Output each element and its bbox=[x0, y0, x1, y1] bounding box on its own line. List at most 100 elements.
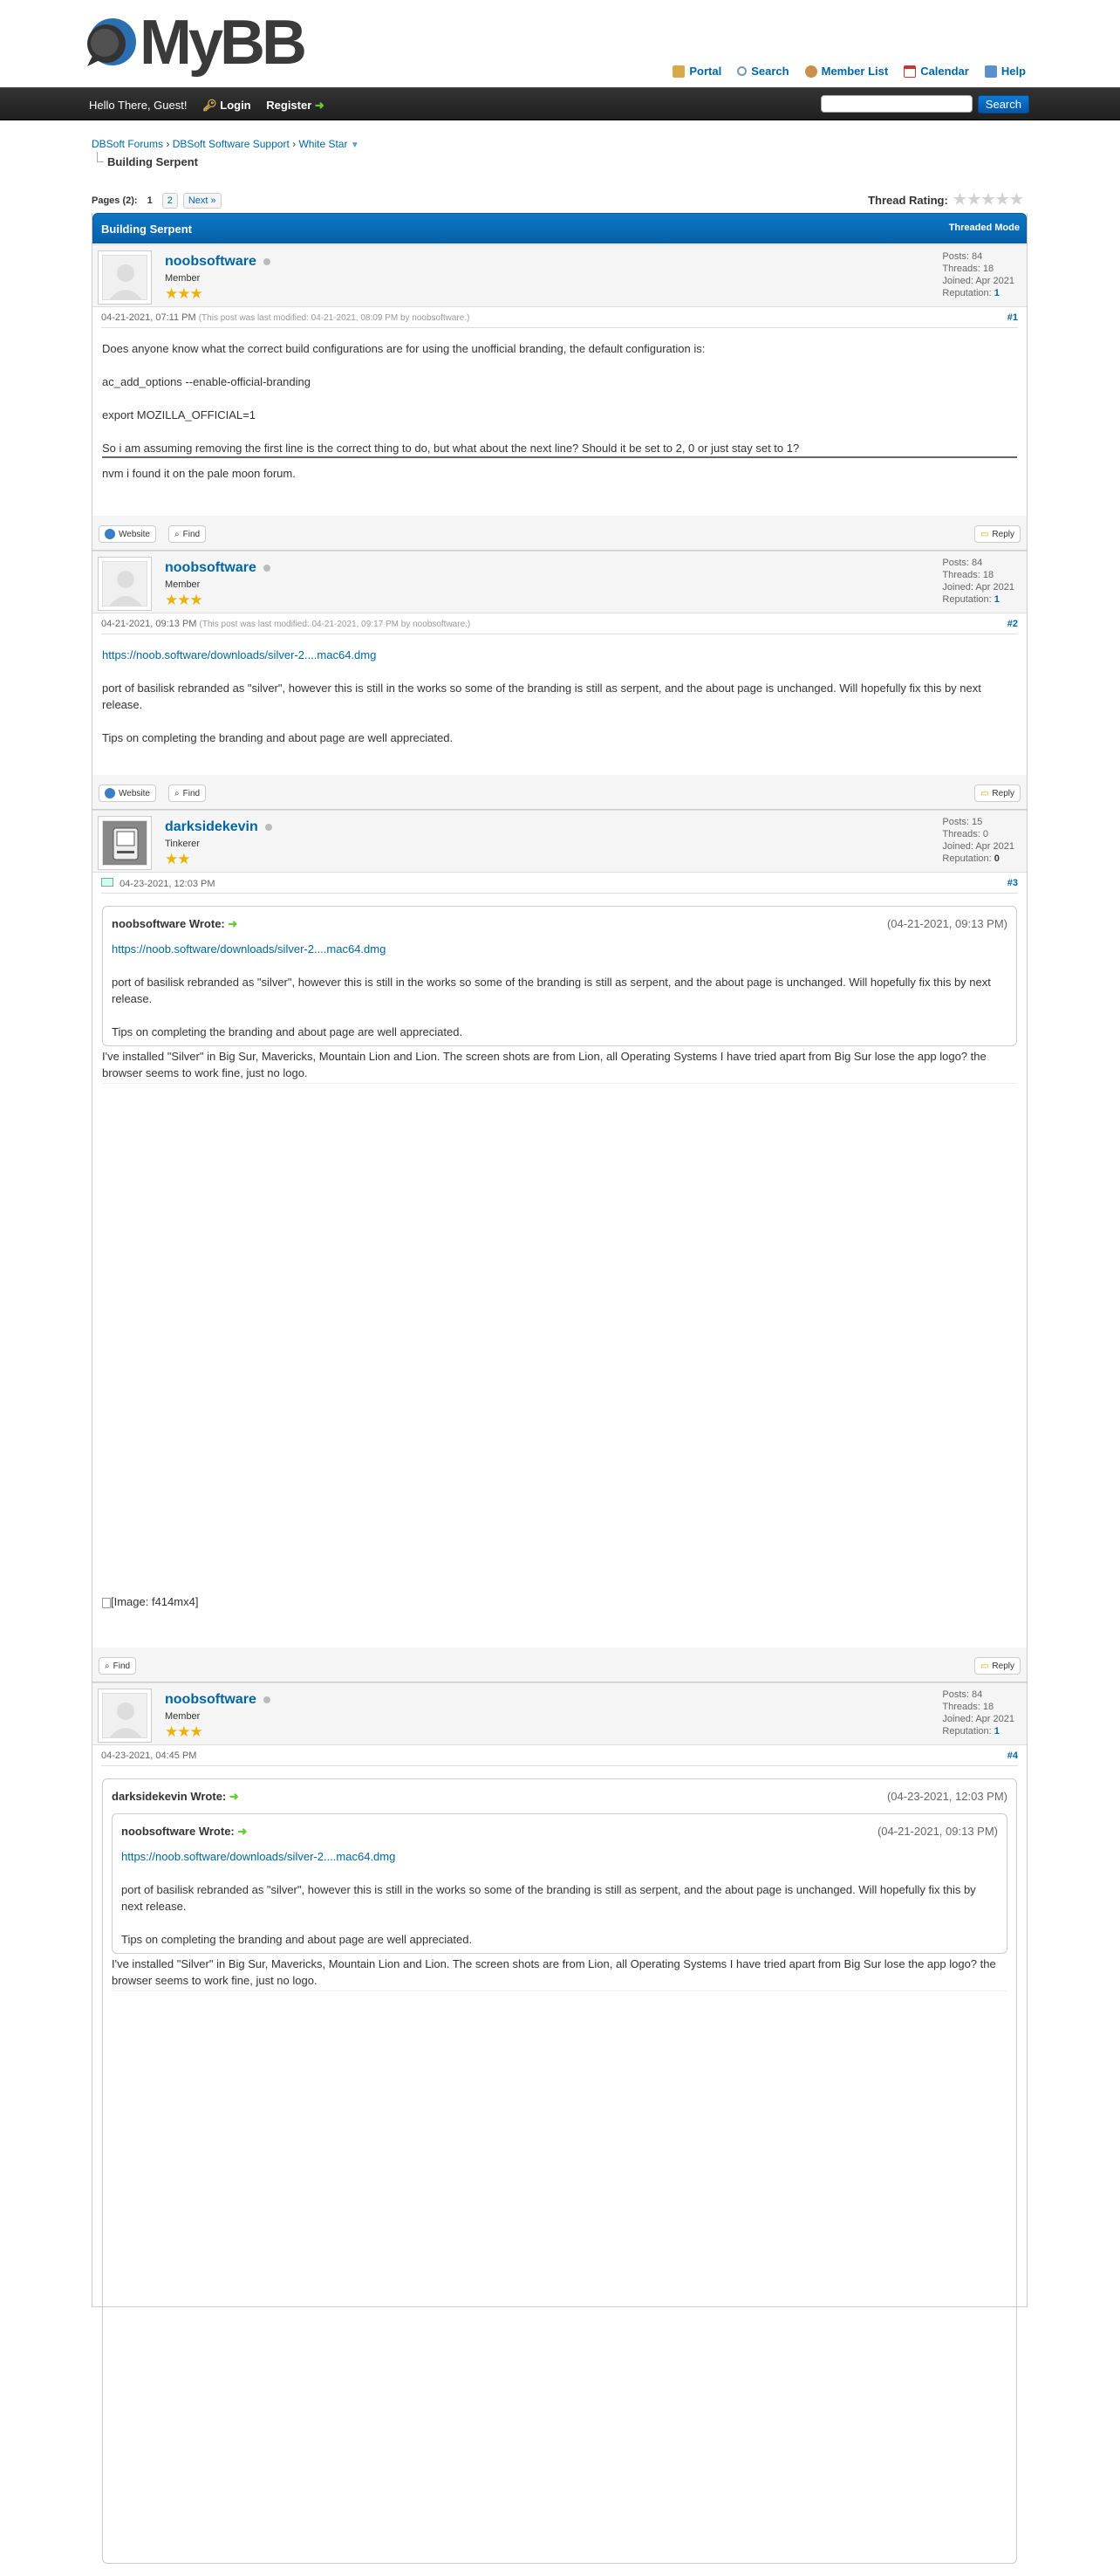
avatar[interactable] bbox=[98, 250, 152, 305]
member-list-label: Member List bbox=[821, 65, 889, 78]
post-meta: 04-23-2021, 04:45 PM #4 bbox=[101, 1745, 1018, 1766]
rating-label: Thread Rating: bbox=[868, 193, 948, 207]
author-name[interactable]: noobsoftware bbox=[165, 254, 270, 270]
quote-header: noobsoftware Wrote: ➜ bbox=[121, 1823, 998, 1840]
thread-rating: Thread Rating: ★★★★★ bbox=[868, 191, 1024, 209]
welcome-text: Hello There, Guest! bbox=[89, 99, 188, 112]
login-link[interactable]: 🔑︎ Login bbox=[202, 99, 251, 112]
avatar[interactable] bbox=[98, 557, 152, 611]
website-button[interactable]: Website bbox=[99, 525, 156, 543]
post-icon bbox=[101, 878, 113, 887]
user-stars-icon: ★★★ bbox=[165, 1723, 203, 1740]
author-name[interactable]: noobsoftware bbox=[165, 1692, 270, 1708]
breadcrumb-white-star[interactable]: White Star bbox=[298, 138, 347, 150]
author-name[interactable]: noobsoftware bbox=[165, 560, 270, 576]
download-link[interactable]: https://noob.software/downloads/silver-2… bbox=[121, 1850, 395, 1863]
post-body: https://noob.software/downloads/silver-2… bbox=[92, 634, 1027, 775]
next-page-link[interactable]: Next » bbox=[182, 193, 222, 209]
website-label: Website bbox=[119, 788, 150, 798]
mybb-logo[interactable]: MyBB bbox=[84, 11, 307, 74]
post-4: noobsoftware Member ★★★ Posts: 84 Thread… bbox=[92, 1682, 1027, 2576]
reply-button[interactable]: ▭ Reply bbox=[973, 784, 1021, 802]
post-controls: Website ⌕ Find ▭ Reply bbox=[92, 516, 1027, 551]
reputation-link[interactable]: 0 bbox=[994, 853, 1000, 864]
portal-label: Portal bbox=[689, 65, 722, 78]
quoted-line: Tips on completing the branding and abou… bbox=[112, 1025, 463, 1038]
image-placeholder bbox=[102, 1084, 1017, 1593]
image-alt-text: [Image: f414mx4] bbox=[111, 1595, 199, 1608]
threads-count: Threads: 18 bbox=[942, 264, 994, 274]
quote-link-icon[interactable]: ➜ bbox=[228, 917, 237, 930]
breadcrumb: DBSoft Forums › DBSoft Software Support … bbox=[92, 138, 359, 168]
blockquote: darksidekevin Wrote: ➜ (04-23-2021, 12:0… bbox=[102, 1778, 1017, 2564]
reply-label: Reply bbox=[992, 529, 1014, 539]
welcome-area: Hello There, Guest! 🔑︎ Login Register ➜ bbox=[89, 99, 324, 113]
edit-note: (This post was last modified: 04-21-2021… bbox=[198, 313, 470, 323]
chevron-down-icon[interactable]: ▼ bbox=[351, 140, 359, 150]
threads-count: Threads: 0 bbox=[942, 829, 989, 839]
search-link[interactable]: Search bbox=[737, 65, 789, 78]
post-number[interactable]: #1 bbox=[1007, 312, 1018, 323]
reputation-link[interactable]: 1 bbox=[994, 594, 1000, 605]
quote-author: noobsoftware Wrote: bbox=[121, 1825, 235, 1838]
page-current: 1 bbox=[147, 195, 153, 206]
post-line: port of basilisk rebranded as "silver", … bbox=[102, 682, 981, 711]
logo-bubble-icon bbox=[84, 17, 136, 68]
website-button[interactable]: Website bbox=[99, 784, 156, 802]
current-thread-title: Building Serpent bbox=[107, 155, 198, 168]
find-label: Find bbox=[113, 1661, 131, 1671]
download-link[interactable]: https://noob.software/downloads/silver-2… bbox=[102, 648, 376, 661]
calendar-link[interactable]: Calendar bbox=[904, 65, 969, 78]
reputation-link[interactable]: 1 bbox=[994, 1726, 1000, 1737]
post-number[interactable]: #2 bbox=[1007, 619, 1018, 629]
joined-date: Joined: Apr 2021 bbox=[942, 276, 1014, 286]
post-author: noobsoftware Member ★★★ Posts: 84 Thread… bbox=[92, 244, 1027, 307]
quote-date: (04-21-2021, 09:13 PM) bbox=[877, 1825, 998, 1838]
post-number[interactable]: #3 bbox=[1007, 878, 1018, 888]
joined-date: Joined: Apr 2021 bbox=[942, 582, 1014, 593]
rating-stars[interactable]: ★★★★★ bbox=[953, 191, 1024, 209]
breadcrumb-support[interactable]: DBSoft Software Support bbox=[173, 138, 290, 150]
rep-label: Reputation: bbox=[942, 594, 992, 605]
find-button[interactable]: ⌕ Find bbox=[168, 784, 207, 802]
joined-date: Joined: Apr 2021 bbox=[942, 1714, 1014, 1724]
quote-link-icon[interactable]: ➜ bbox=[237, 1825, 247, 1838]
quote-link-icon[interactable]: ➜ bbox=[229, 1790, 239, 1803]
reply-button[interactable]: ▭ Reply bbox=[973, 525, 1021, 543]
page-2-link[interactable]: 2 bbox=[161, 193, 178, 209]
edit-note: (This post was last modified: 04-21-2021… bbox=[199, 620, 471, 629]
threads-count: Threads: 18 bbox=[942, 1702, 994, 1712]
author-name-text: darksidekevin bbox=[165, 819, 258, 834]
member-list-link[interactable]: Member List bbox=[804, 65, 889, 78]
reply-button[interactable]: ▭ Reply bbox=[973, 1657, 1021, 1675]
blockquote: noobsoftware Wrote: ➜ (04-21-2021, 09:13… bbox=[102, 906, 1017, 1046]
divider bbox=[102, 456, 1017, 458]
search-button[interactable]: Search bbox=[977, 95, 1029, 113]
threaded-mode-link[interactable]: Threaded Mode bbox=[949, 223, 1020, 233]
reputation-link[interactable]: 1 bbox=[994, 288, 1000, 298]
avatar[interactable] bbox=[98, 816, 152, 870]
help-link[interactable]: Help bbox=[984, 65, 1026, 78]
author-name[interactable]: darksidekevin bbox=[165, 819, 272, 835]
post-meta: 04-21-2021, 07:11 PM (This post was last… bbox=[101, 307, 1018, 328]
user-title: Member bbox=[165, 1711, 201, 1722]
post-3: darksidekevin Tinkerer ★★ Posts: 15 Thre… bbox=[92, 810, 1027, 1639]
find-label: Find bbox=[182, 529, 201, 539]
quoted-line: port of basilisk rebranded as "silver", … bbox=[121, 1883, 976, 1913]
post-meta: 04-23-2021, 12:03 PM #3 bbox=[101, 873, 1018, 894]
post-number[interactable]: #4 bbox=[1007, 1750, 1018, 1761]
avatar[interactable] bbox=[98, 1689, 152, 1743]
find-button[interactable]: ⌕ Find bbox=[168, 525, 207, 543]
reply-icon: ▭ bbox=[980, 529, 989, 539]
quote-header: noobsoftware Wrote: ➜ bbox=[112, 915, 1007, 932]
quoted-line: port of basilisk rebranded as "silver", … bbox=[112, 976, 991, 1005]
find-button[interactable]: ⌕ Find bbox=[99, 1657, 137, 1675]
posts-count: Posts: 84 bbox=[942, 1689, 983, 1700]
register-link[interactable]: Register ➜ bbox=[266, 99, 324, 112]
portal-link[interactable]: Portal bbox=[673, 65, 721, 78]
download-link[interactable]: https://noob.software/downloads/silver-2… bbox=[112, 942, 386, 956]
quote-date: (04-21-2021, 09:13 PM) bbox=[886, 917, 1007, 930]
user-title: Tinkerer bbox=[165, 839, 200, 849]
search-input[interactable] bbox=[820, 95, 973, 113]
breadcrumb-forums[interactable]: DBSoft Forums bbox=[92, 138, 163, 150]
